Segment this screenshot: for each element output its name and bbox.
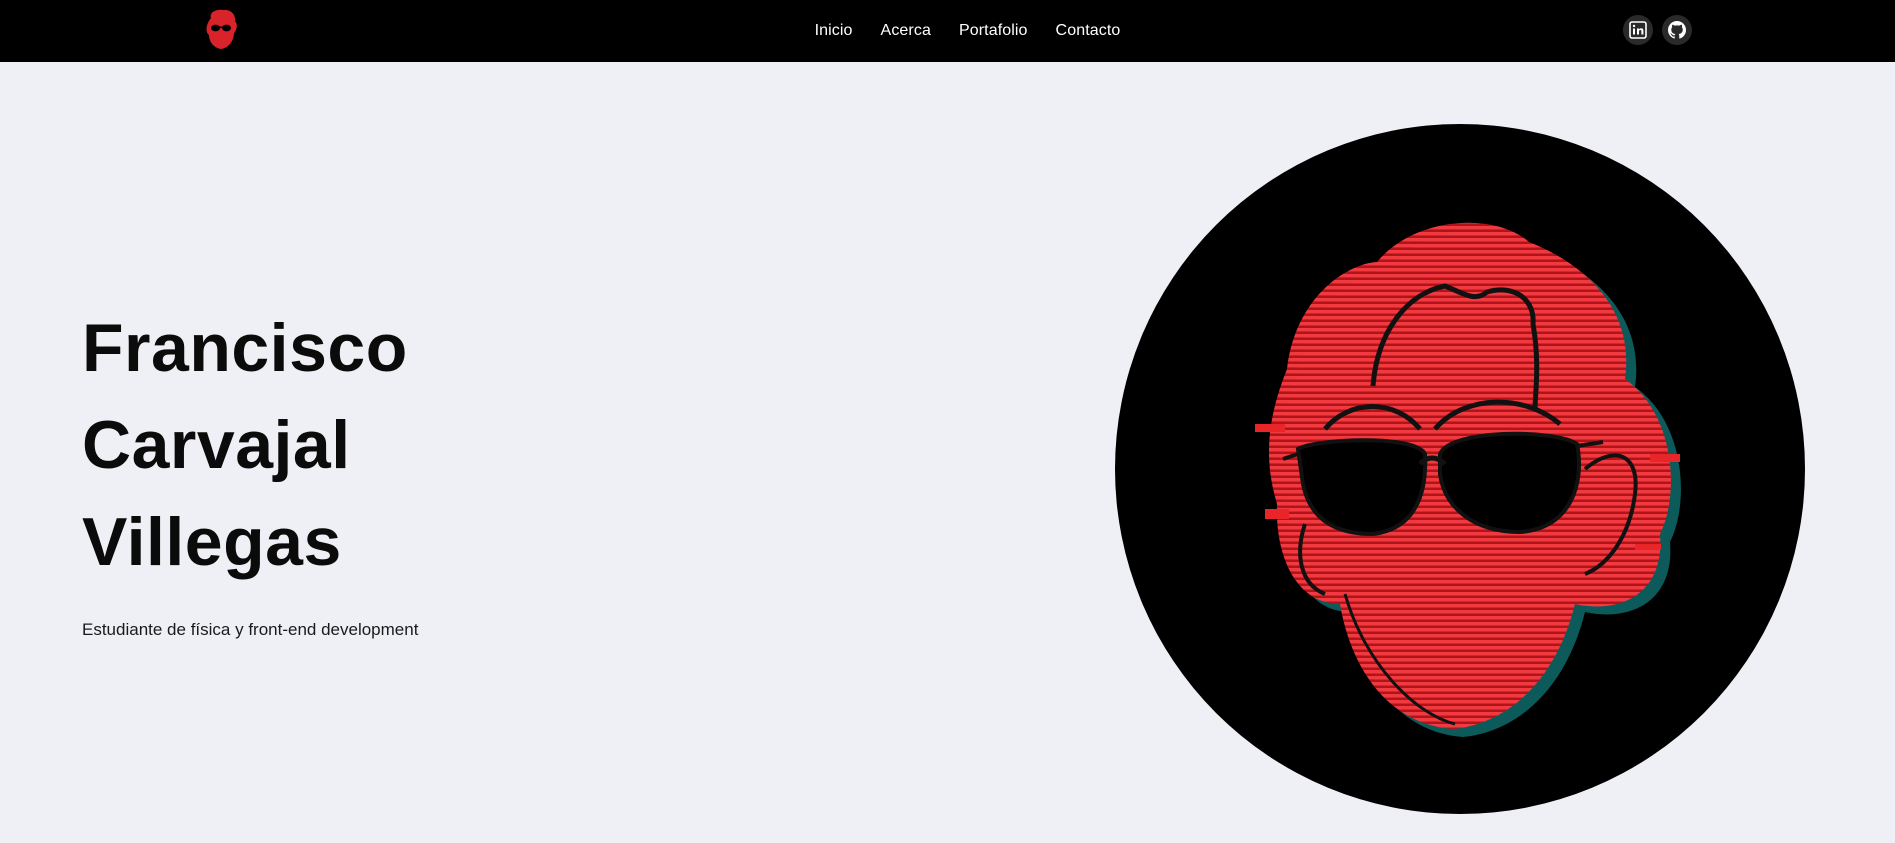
hero-name-line-2: Carvajal <box>82 407 351 483</box>
hero-name: Francisco Carvajal Villegas <box>82 300 408 591</box>
nav-link-acerca[interactable]: Acerca <box>881 22 931 40</box>
main-navigation: Inicio Acerca Portafolio Contacto <box>0 0 1895 62</box>
portrait-image <box>1115 124 1805 814</box>
nav-link-inicio[interactable]: Inicio <box>815 22 853 40</box>
nav-link-portafolio[interactable]: Portafolio <box>959 22 1028 40</box>
top-navbar: Inicio Acerca Portafolio Contacto <box>0 0 1895 62</box>
linkedin-link[interactable] <box>1623 15 1653 45</box>
site-logo-icon[interactable] <box>203 8 239 50</box>
hero-subtitle: Estudiante de física y front-end develop… <box>82 620 419 639</box>
github-icon <box>1668 21 1686 39</box>
hero-name-line-3: Villegas <box>82 504 342 580</box>
github-link[interactable] <box>1662 15 1692 45</box>
nav-link-contacto[interactable]: Contacto <box>1056 22 1121 40</box>
linkedin-icon <box>1629 21 1647 39</box>
hero-name-line-1: Francisco <box>82 310 408 386</box>
